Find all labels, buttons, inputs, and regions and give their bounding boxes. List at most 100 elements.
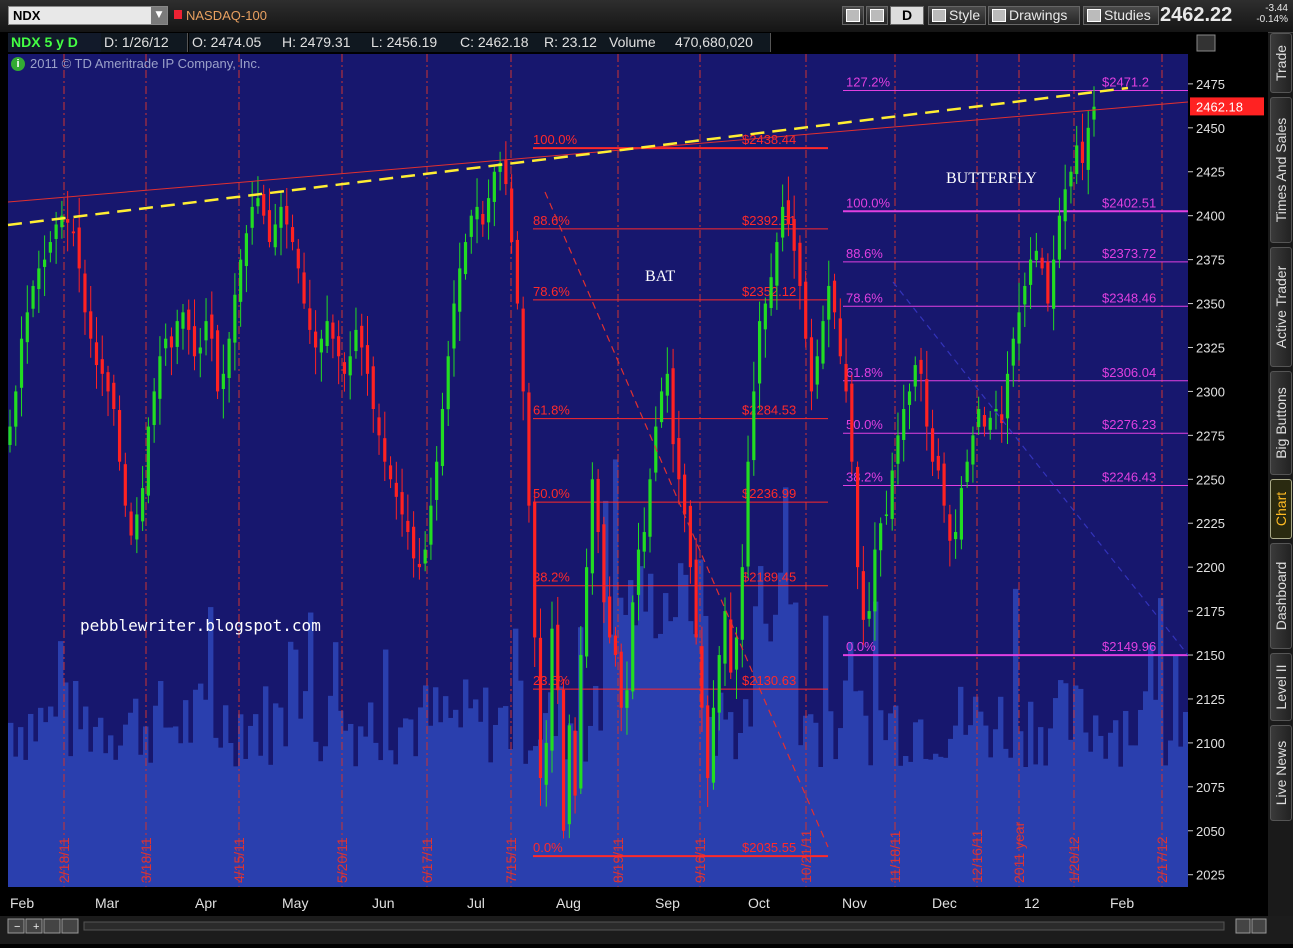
- chevron-down-icon[interactable]: ▼: [151, 7, 167, 24]
- volume-bar: [668, 621, 674, 887]
- volume-bar: [1083, 732, 1089, 887]
- bat-fib-value: $2035.55: [742, 840, 796, 855]
- volume-bar: [383, 649, 389, 887]
- volume-bar: [923, 758, 929, 887]
- date-marker-label: 5/20/11: [334, 837, 350, 883]
- bat-fib-value: $2130.63: [742, 673, 796, 688]
- candle-body: [510, 188, 514, 243]
- pan-left-icon[interactable]: [43, 918, 61, 934]
- symbol-period[interactable]: NDX 5 y D: [8, 33, 105, 52]
- price-chart[interactable]: 2/18/11 3/18/11 4/15/11 5/20/11 6/17/11 7/15/…: [0, 32, 1268, 916]
- bat-fib-value: $2284.53: [742, 403, 796, 418]
- candle-body: [1028, 259, 1033, 285]
- style-label: Style: [949, 7, 981, 23]
- candle-body: [896, 435, 900, 464]
- candle-body: [1092, 106, 1096, 120]
- candle-body: [694, 559, 698, 638]
- candle-body: [936, 455, 940, 471]
- candle-body: [285, 205, 289, 225]
- volume-bar: [1058, 680, 1064, 887]
- volume-bar: [953, 725, 959, 887]
- tab-level-ii[interactable]: Level II: [1270, 653, 1292, 721]
- crosshair-tool-button[interactable]: [842, 6, 864, 25]
- candle-body: [1080, 141, 1085, 163]
- zoom-in-glyph: +: [33, 921, 39, 933]
- candle-body: [706, 705, 710, 779]
- volume-bar: [908, 761, 914, 887]
- chart-settings-icon[interactable]: [1196, 34, 1216, 52]
- candle-body: [486, 198, 491, 223]
- bat-fib-pct: 88.6%: [533, 213, 570, 228]
- bat-fib-pct: 78.6%: [533, 284, 570, 299]
- candle-body: [636, 549, 641, 595]
- time-axis: Feb Mar Apr May Jun Jul Aug Sep Oct Nov Dec 12 Feb: [0, 887, 1268, 916]
- candle-body: [319, 338, 323, 353]
- tab-chart[interactable]: Chart: [1270, 479, 1292, 539]
- info-icon[interactable]: i: [11, 57, 25, 71]
- candle-body: [994, 408, 998, 412]
- candle-body: [700, 646, 704, 708]
- studies-button[interactable]: Studies: [1083, 6, 1159, 25]
- candle-body: [804, 281, 808, 339]
- date-marker-label: 9/16/11: [692, 837, 708, 883]
- volume-bar: [673, 617, 679, 887]
- date-marker-label: 1/20/12: [1066, 836, 1082, 883]
- top-toolbar: NDX ▼ NASDAQ-100 D Style Drawings Studie…: [0, 0, 1293, 33]
- zoom-tool-button[interactable]: [866, 6, 888, 25]
- volume-bar: [1173, 655, 1179, 887]
- candle-body: [850, 383, 854, 462]
- pan-right-icon[interactable]: [61, 918, 79, 934]
- scroll-right-button[interactable]: [1251, 918, 1267, 934]
- candle-body: [106, 372, 110, 392]
- candle-body: [677, 437, 681, 480]
- style-button[interactable]: Style: [928, 6, 986, 25]
- volume-bar: [463, 679, 469, 887]
- bat-fib-pct: 0.0%: [533, 840, 563, 855]
- candle-body: [959, 488, 963, 540]
- candle-body: [31, 285, 35, 309]
- volume-bar: [248, 725, 254, 887]
- candle-body: [815, 356, 819, 385]
- bar-low: L: 2456.19: [368, 33, 459, 52]
- candle-body: [129, 511, 133, 536]
- drawings-button[interactable]: Drawings: [988, 6, 1080, 25]
- tab-live-news[interactable]: Live News: [1270, 725, 1292, 821]
- price-tick-label: 2125: [1196, 692, 1225, 707]
- tab-big-buttons[interactable]: Big Buttons: [1270, 371, 1292, 475]
- tab-active-trader[interactable]: Active Trader: [1270, 247, 1292, 367]
- volume-bar: [448, 717, 454, 887]
- change-value: -3.44: [1265, 3, 1288, 14]
- candle-body: [711, 707, 716, 783]
- candle-body: [752, 391, 756, 461]
- volume-bar: [218, 747, 224, 887]
- butterfly-fib-value: $2348.46: [1102, 290, 1156, 305]
- volume-bar: [388, 750, 394, 887]
- scroll-left-button[interactable]: [1235, 918, 1251, 934]
- volume-bar: [83, 706, 89, 887]
- time-scrollbar[interactable]: [83, 921, 1225, 931]
- date-marker-label: 6/17/11: [419, 837, 435, 883]
- tab-times-and-sales[interactable]: Times And Sales: [1270, 97, 1292, 243]
- volume-bar: [878, 710, 884, 887]
- candle-body: [400, 492, 404, 515]
- candle-body: [1069, 171, 1073, 187]
- candle-body: [25, 312, 29, 343]
- volume-bar: [318, 761, 324, 887]
- tab-trade[interactable]: Trade: [1270, 33, 1292, 93]
- period-button[interactable]: D: [890, 6, 924, 25]
- candle-body: [613, 635, 618, 656]
- symbol-input[interactable]: NDX ▼: [8, 6, 168, 25]
- tab-dashboard[interactable]: Dashboard: [1270, 543, 1292, 649]
- candle-body: [175, 321, 179, 347]
- volume-value: 470,680,020: [672, 33, 771, 52]
- volume-bar: [988, 757, 994, 887]
- volume-bar: [128, 712, 134, 887]
- change-percent: -0.14%: [1256, 14, 1288, 25]
- candle-body: [250, 206, 254, 228]
- candle-body: [164, 338, 168, 349]
- candle-body: [342, 362, 347, 374]
- volume-bar: [183, 700, 189, 887]
- volume-bar: [733, 759, 739, 887]
- volume-bar: [948, 738, 954, 887]
- volume-bar: [313, 741, 319, 887]
